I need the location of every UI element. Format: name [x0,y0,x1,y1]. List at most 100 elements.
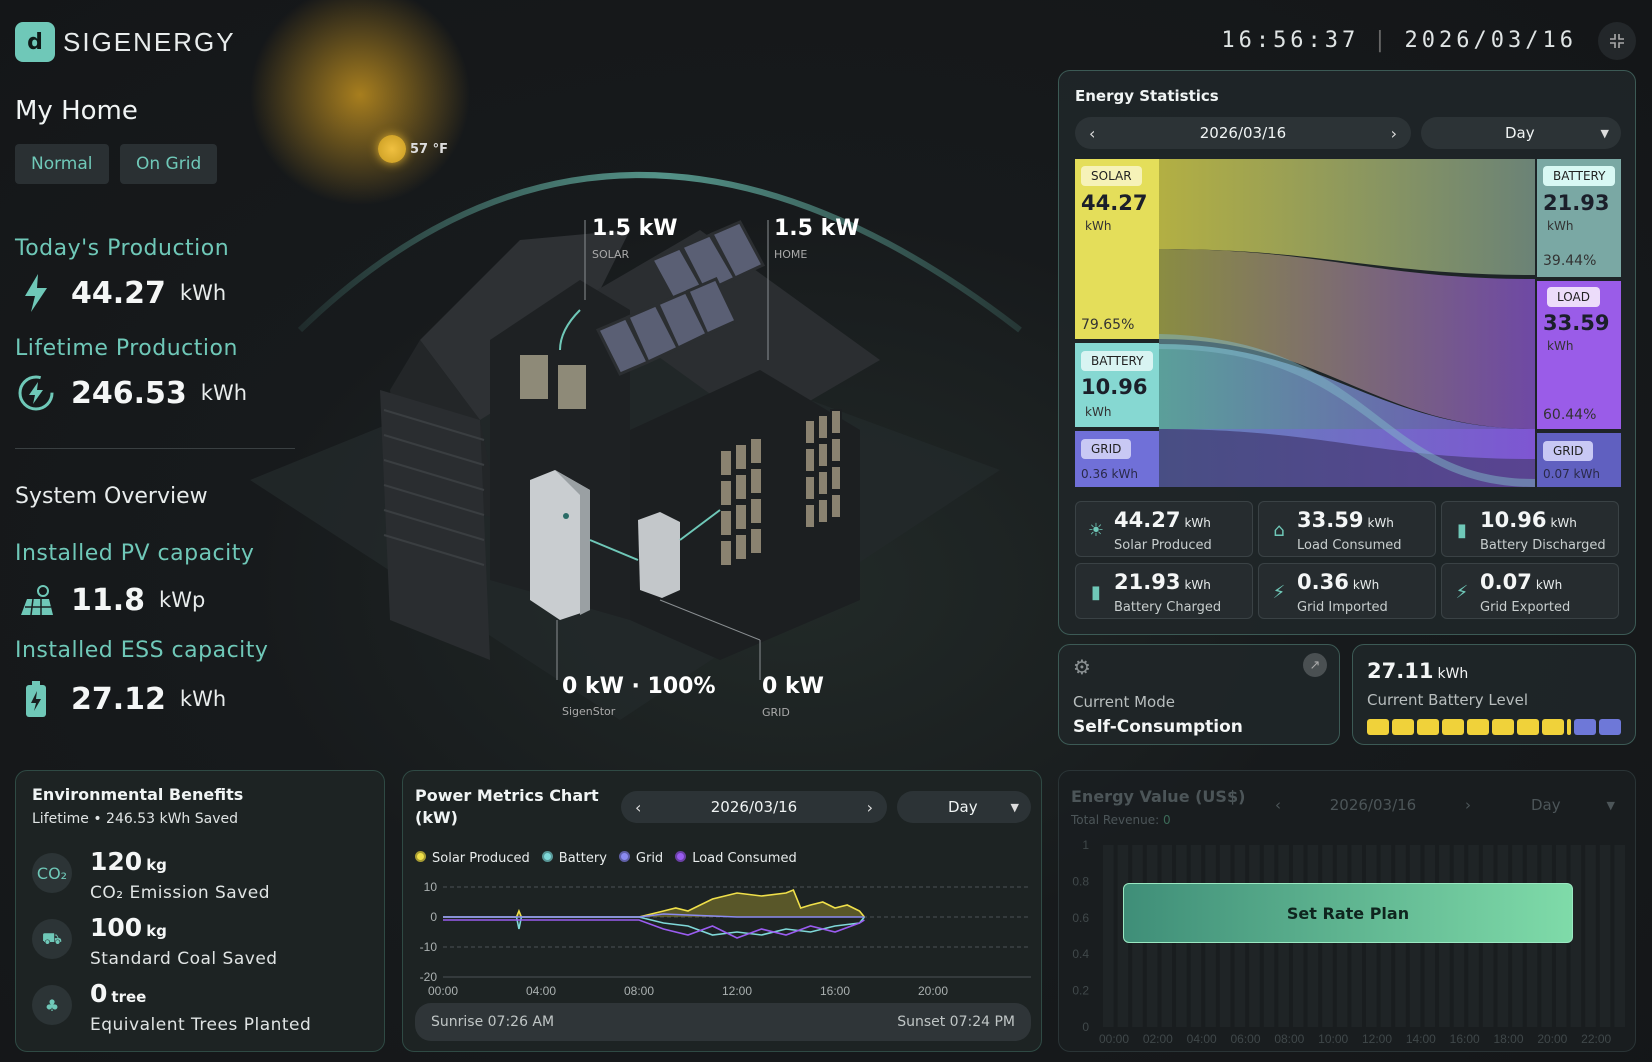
legend-grid[interactable]: Grid [618,851,663,866]
lifetime-production-metric: 246.53 kWh [15,372,247,414]
ess-capacity-unit: kWh [179,687,227,711]
prev-date-icon[interactable]: ‹ [635,798,641,817]
current-mode-panel[interactable]: ⚙ ↗ Current Mode Self-Consumption [1058,644,1340,745]
trees-label: Equivalent Trees Planted [90,1015,312,1035]
grid-export-icon: ⚡ [1455,582,1469,603]
battery-cell-empty [1599,719,1621,735]
next-date-icon[interactable]: › [1465,796,1471,814]
sankey-solar-pct: 79.65% [1081,317,1135,333]
value-x-tick: 16:00 [1450,1032,1480,1046]
series-line-load-consumed [443,919,865,939]
next-date-icon[interactable]: › [867,798,873,817]
current-mode-value: Self-Consumption [1073,717,1243,737]
battery-level-bar [1367,719,1621,735]
home-power-value: 1.5 kW [774,216,860,241]
sankey-battery-out-value: 21.93 [1543,191,1610,215]
sankey-battery-in-value: 10.96 [1081,375,1148,399]
sankey-load-tag: LOAD [1547,287,1600,307]
power-period-select[interactable]: Day ▼ [897,791,1031,823]
sankey-battery-out-unit: kWh [1547,219,1574,233]
sankey-battery-in-unit: kWh [1085,405,1112,419]
prev-date-icon[interactable]: ‹ [1089,124,1095,143]
sankey-grid-out-tag: GRID [1543,441,1594,461]
sigenstor-power-value: 0 kW · 100% [562,674,716,699]
value-y-tick: 0.6 [1072,911,1089,925]
chevron-down-icon: ▼ [1600,126,1609,140]
lifetime-production-label: Lifetime Production [15,336,238,361]
solar-power-label: SOLAR [592,248,630,261]
x-tick-label: 08:00 [624,984,654,997]
collapse-fullscreen-button[interactable] [1598,22,1636,60]
lifetime-production-value: 246.53 [71,375,187,411]
today-production-label: Today's Production [15,236,230,261]
battery-cell [1367,719,1389,735]
legend-battery[interactable]: Battery [541,851,607,866]
sunset-time: Sunset 07:24 PM [897,1014,1015,1030]
power-metrics-panel: Power Metrics Chart (kW) ‹ 2026/03/16 › D… [402,770,1042,1052]
value-bar-bg [1103,845,1114,1027]
grid-power-label: GRID [762,706,790,719]
energy-statistics-title: Energy Statistics [1075,87,1219,105]
ess-capacity-label: Installed ESS capacity [15,638,269,663]
energy-sankey: SOLAR 44.27 kWh 79.65% BATTERY 10.96 kWh… [1075,159,1621,487]
today-production-unit: kWh [179,281,227,305]
sankey-load-unit: kWh [1547,339,1574,353]
battery-level-value: 27.11 kWh [1367,659,1469,683]
legend-solar[interactable]: Solar Produced [415,851,530,866]
sunrise-time: Sunrise 07:26 AM [431,1014,555,1030]
battery-discharge-icon: ▮ [1457,520,1467,541]
battery-cell [1542,719,1564,735]
stat-card-solar-produced: ☀ 44.27 kWh Solar Produced [1075,501,1253,557]
stat-card-grid-imported: ⚡ 0.36 kWh Grid Imported [1258,563,1436,619]
collapse-icon [1610,34,1624,48]
home-icon: ⌂ [1273,520,1285,541]
next-date-icon[interactable]: › [1391,124,1397,143]
sankey-load-pct: 60.44% [1543,407,1597,423]
value-x-tick: 02:00 [1143,1032,1173,1046]
solar-panel-icon: ☀ [1087,520,1105,541]
value-x-tick: 10:00 [1318,1032,1348,1046]
legend-load[interactable]: Load Consumed [675,851,797,866]
value-date-picker[interactable]: ‹ 2026/03/16 › [1265,791,1481,819]
value-period-select[interactable]: Day ▼ [1501,791,1621,819]
value-bar-bg [1614,845,1625,1027]
value-x-tick: 06:00 [1231,1032,1261,1046]
pv-capacity-label: Installed PV capacity [15,541,255,566]
grid-import-icon: ⚡ [1272,582,1286,603]
battery-level-label: Current Battery Level [1367,691,1528,709]
prev-date-icon[interactable]: ‹ [1275,796,1281,814]
value-y-tick: 0.2 [1072,984,1089,998]
set-rate-plan-button[interactable]: Set Rate Plan [1123,883,1573,943]
stats-date-picker[interactable]: ‹ 2026/03/16 › [1075,117,1411,149]
total-revenue: Total Revenue: 0 [1071,813,1171,827]
battery-cell [1517,719,1539,735]
stats-period-select[interactable]: Day ▼ [1421,117,1621,149]
x-tick-label: 00:00 [428,984,458,997]
open-arrow-icon[interactable]: ↗ [1303,653,1327,677]
tree-icon: ♣ [32,985,72,1025]
pv-capacity-unit: kWp [159,588,206,612]
home-power-label: HOME [774,248,808,261]
sankey-grid-in-tag: GRID [1081,439,1132,459]
lifetime-production-unit: kWh [200,381,248,405]
chevron-down-icon: ▼ [1606,798,1615,812]
co2-icon: CO₂ [32,853,72,893]
ess-capacity-metric: 27.12 kWh [15,678,226,720]
x-tick-label: 16:00 [820,984,850,997]
clock-separator: | [1373,28,1391,53]
value-bar-bg [1599,845,1611,1027]
today-production-metric: 44.27 kWh [15,272,226,314]
stat-card-battery-charged: ▮ 21.93 kWh Battery Charged [1075,563,1253,619]
pv-capacity-metric: 11.8 kWp [15,579,205,621]
coal-cart-icon: ⛟ [32,919,72,959]
solar-power-value: 1.5 kW [592,216,678,241]
status-tag-on-grid: On Grid [120,144,218,184]
battery-cell-partial [1567,719,1571,735]
value-y-tick: 1 [1082,838,1089,852]
value-y-tick: 0.8 [1072,874,1089,888]
value-x-tick: 04:00 [1187,1032,1217,1046]
y-tick-label: 0 [430,910,437,924]
value-y-tick: 0.4 [1072,947,1089,961]
clock: 16:56:37 | 2026/03/16 [1221,28,1577,53]
power-date-picker[interactable]: ‹ 2026/03/16 › [621,791,887,823]
